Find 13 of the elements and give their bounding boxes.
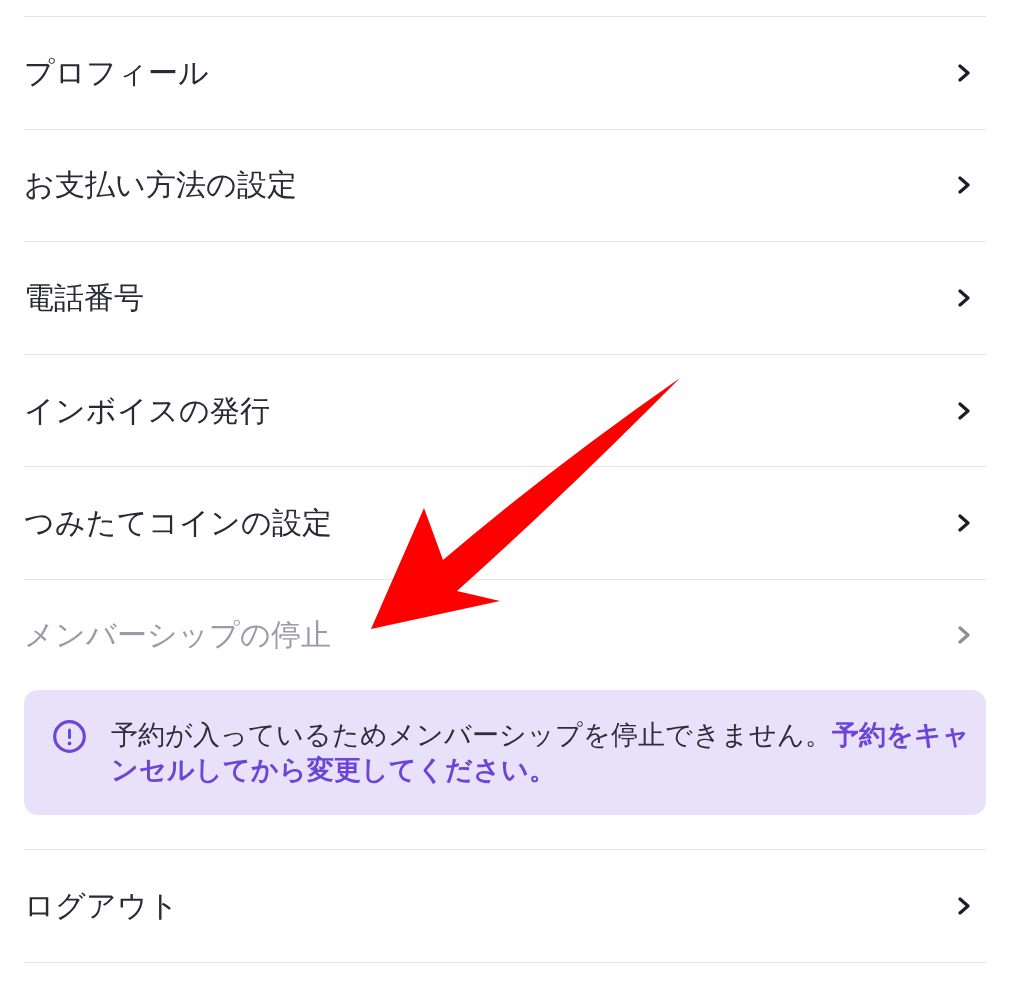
alert-circle-icon bbox=[53, 719, 86, 753]
settings-item[interactable]: 電話番号 bbox=[24, 242, 986, 355]
chevron-right-icon bbox=[957, 514, 971, 533]
settings-item[interactable]: ログアウト bbox=[24, 849, 986, 963]
settings-item[interactable]: プロフィール bbox=[24, 17, 986, 130]
chevron-right-icon bbox=[957, 289, 971, 307]
chevron-right-icon bbox=[957, 401, 971, 420]
chevron-right-icon bbox=[957, 176, 971, 195]
chevron-right-icon bbox=[957, 63, 971, 82]
chevron-right-icon bbox=[957, 625, 971, 644]
chevron-right-icon bbox=[957, 896, 971, 915]
notice-text: 予約が入っているためメンバーシップを停止できません。予約をキャンセルしてから変更してください。 bbox=[111, 717, 971, 787]
settings-item[interactable]: お支払い方法の設定 bbox=[24, 129, 986, 243]
